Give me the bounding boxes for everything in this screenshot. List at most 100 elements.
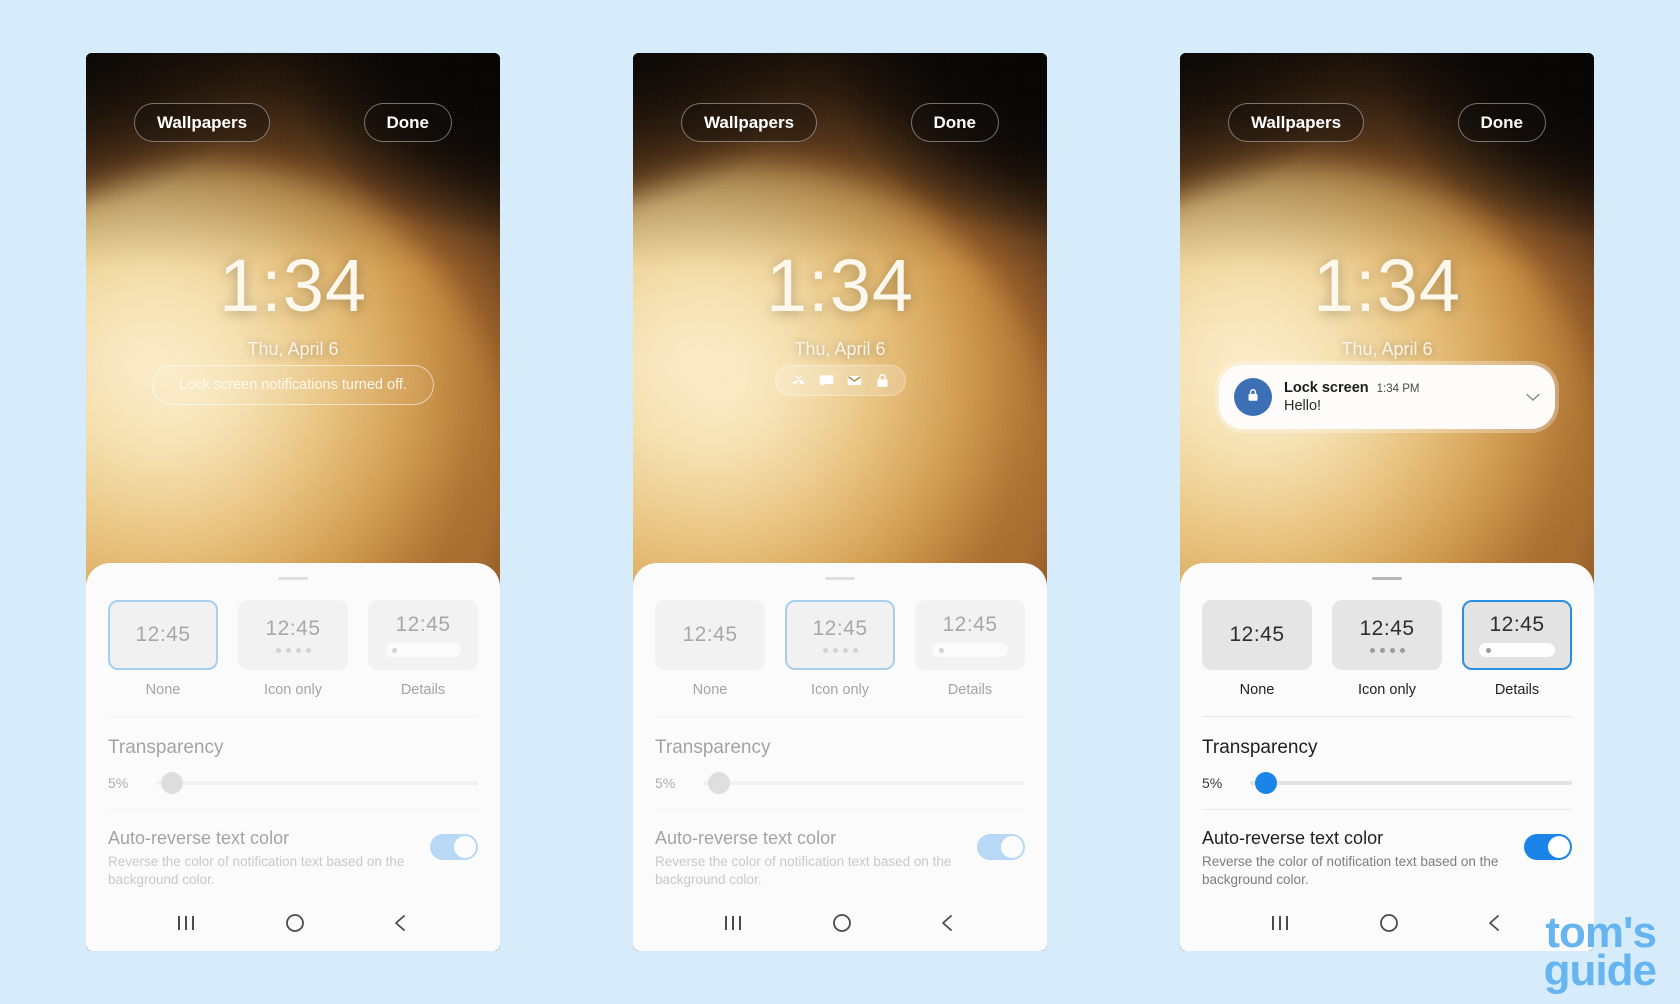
auto-reverse-toggle[interactable] bbox=[977, 834, 1025, 860]
style-tile-none[interactable]: 12:45 None bbox=[1202, 600, 1312, 698]
auto-reverse-description: Reverse the color of notification text b… bbox=[1202, 854, 1499, 888]
tile-time: 12:45 bbox=[265, 617, 321, 640]
notification-card[interactable]: Lock screen 1:34 PM Hello! bbox=[1219, 365, 1555, 429]
style-tile-group: 12:45 None 12:45 Icon only 12:45 Details bbox=[633, 580, 1047, 698]
auto-reverse-title: Auto-reverse text color bbox=[655, 828, 837, 848]
notification-time: 1:34 PM bbox=[1376, 383, 1420, 395]
tile-label: None bbox=[1239, 682, 1275, 698]
notification-settings-sheet: 12:45 None 12:45 Icon only 12:45 Details bbox=[1180, 563, 1594, 951]
style-tile-group: 12:45 None 12:45 Icon only 12:45 Details bbox=[1180, 580, 1594, 698]
tile-label: Icon only bbox=[1357, 682, 1417, 698]
slider-thumb[interactable] bbox=[161, 772, 184, 794]
tile-label: None bbox=[145, 682, 181, 698]
recents-icon[interactable] bbox=[723, 915, 745, 931]
transparency-value: 5% bbox=[1202, 775, 1223, 791]
tile-time: 12:45 bbox=[812, 617, 868, 640]
done-button[interactable]: Done bbox=[1457, 103, 1546, 142]
transparency-title: Transparency bbox=[1202, 737, 1318, 758]
style-tile-icon-only[interactable]: 12:45 Icon only bbox=[785, 600, 895, 698]
auto-reverse-description: Reverse the color of notification text b… bbox=[655, 854, 952, 888]
system-navbar bbox=[1180, 895, 1594, 951]
style-tile-icon-only[interactable]: 12:45 Icon only bbox=[238, 600, 348, 698]
chevron-down-icon[interactable] bbox=[1526, 390, 1540, 405]
tile-time: 12:45 bbox=[135, 623, 191, 646]
style-tile-details[interactable]: 12:45 Details bbox=[368, 600, 478, 698]
missed-call-icon bbox=[790, 372, 807, 389]
lockscreen-topbar: Wallpapers Done bbox=[633, 103, 1047, 142]
style-tile-icon-only[interactable]: 12:45 Icon only bbox=[1332, 600, 1442, 698]
transparency-slider-row: 5% bbox=[1180, 759, 1594, 794]
style-tile-group: 12:45 None 12:45 Icon only 12:45 Details bbox=[86, 580, 500, 698]
slider-thumb[interactable] bbox=[708, 772, 731, 794]
tile-card-icon bbox=[385, 643, 461, 657]
tile-dots-icon bbox=[1369, 648, 1405, 653]
auto-reverse-title: Auto-reverse text color bbox=[108, 828, 290, 848]
transparency-slider[interactable] bbox=[703, 772, 1025, 794]
notification-settings-sheet: 12:45 None 12:45 Icon only 12:45 Details bbox=[633, 563, 1047, 951]
home-icon[interactable] bbox=[832, 913, 852, 933]
tile-label: None bbox=[692, 682, 728, 698]
email-icon bbox=[846, 372, 863, 389]
tile-label: Details bbox=[947, 682, 993, 698]
tile-label: Details bbox=[1494, 682, 1540, 698]
auto-reverse-row[interactable]: Auto-reverse text color Reverse the colo… bbox=[633, 810, 1047, 889]
tile-label: Icon only bbox=[810, 682, 870, 698]
transparency-value: 5% bbox=[108, 775, 129, 791]
phone-screenshot-icon-only: Wallpapers Done 1:34 Thu, April 6 12:45 … bbox=[633, 53, 1047, 951]
style-tile-none[interactable]: 12:45 None bbox=[655, 600, 765, 698]
tile-time: 12:45 bbox=[1359, 617, 1415, 640]
home-icon[interactable] bbox=[1379, 913, 1399, 933]
done-button[interactable]: Done bbox=[910, 103, 999, 142]
auto-reverse-description: Reverse the color of notification text b… bbox=[108, 854, 405, 888]
lockscreen-clock: 1:34 bbox=[765, 244, 915, 327]
tile-time: 12:45 bbox=[1229, 623, 1285, 646]
notification-preview-area: Lock screen notifications turned off. bbox=[86, 365, 500, 405]
tile-time: 12:45 bbox=[1489, 613, 1545, 636]
system-navbar bbox=[633, 895, 1047, 951]
wallpapers-button[interactable]: Wallpapers bbox=[134, 103, 271, 142]
notification-settings-sheet: 12:45 None 12:45 Icon only 12:45 Details bbox=[86, 563, 500, 951]
transparency-slider[interactable] bbox=[156, 772, 478, 794]
lock-icon bbox=[874, 372, 891, 389]
done-button[interactable]: Done bbox=[363, 103, 452, 142]
style-tile-details[interactable]: 12:45 Details bbox=[915, 600, 1025, 698]
transparency-slider[interactable] bbox=[1250, 772, 1572, 794]
notifications-off-pill: Lock screen notifications turned off. bbox=[152, 365, 434, 405]
wallpapers-button[interactable]: Wallpapers bbox=[681, 103, 818, 142]
notification-icon-pill[interactable] bbox=[774, 365, 906, 396]
tile-time: 12:45 bbox=[682, 623, 738, 646]
lockscreen-clock: 1:34 bbox=[218, 244, 368, 327]
auto-reverse-row[interactable]: Auto-reverse text color Reverse the colo… bbox=[86, 810, 500, 889]
style-tile-none[interactable]: 12:45 None bbox=[108, 600, 218, 698]
lockscreen-date: Thu, April 6 bbox=[794, 339, 886, 359]
tile-card-icon bbox=[1479, 643, 1555, 657]
lockscreen-clock: 1:34 bbox=[1312, 244, 1462, 327]
tile-label: Icon only bbox=[263, 682, 323, 698]
notification-message: Hello! bbox=[1284, 398, 1322, 414]
transparency-title: Transparency bbox=[655, 737, 771, 758]
tile-label: Details bbox=[400, 682, 446, 698]
tile-dots-icon bbox=[822, 648, 858, 653]
transparency-value: 5% bbox=[655, 775, 676, 791]
wallpapers-button[interactable]: Wallpapers bbox=[1228, 103, 1365, 142]
screenshot-gallery: Wallpapers Done 1:34 Thu, April 6 Lock s… bbox=[0, 0, 1680, 1004]
tile-time: 12:45 bbox=[395, 613, 451, 636]
recents-icon[interactable] bbox=[176, 915, 198, 931]
lockscreen-clock-area: 1:34 Thu, April 6 bbox=[1180, 249, 1594, 360]
back-icon[interactable] bbox=[939, 913, 957, 933]
auto-reverse-row[interactable]: Auto-reverse text color Reverse the colo… bbox=[1180, 810, 1594, 889]
auto-reverse-title: Auto-reverse text color bbox=[1202, 828, 1384, 848]
auto-reverse-toggle[interactable] bbox=[430, 834, 478, 860]
style-tile-details[interactable]: 12:45 Details bbox=[1462, 600, 1572, 698]
lockscreen-topbar: Wallpapers Done bbox=[86, 103, 500, 142]
phone-screenshot-details: Wallpapers Done 1:34 Thu, April 6 Lock s… bbox=[1180, 53, 1594, 951]
tile-time: 12:45 bbox=[942, 613, 998, 636]
home-icon[interactable] bbox=[285, 913, 305, 933]
auto-reverse-toggle[interactable] bbox=[1524, 834, 1572, 860]
back-icon[interactable] bbox=[392, 913, 410, 933]
recents-icon[interactable] bbox=[1270, 915, 1292, 931]
notification-preview-area bbox=[633, 365, 1047, 396]
back-icon[interactable] bbox=[1486, 913, 1504, 933]
slider-thumb[interactable] bbox=[1255, 772, 1278, 794]
tile-card-icon bbox=[932, 643, 1008, 657]
